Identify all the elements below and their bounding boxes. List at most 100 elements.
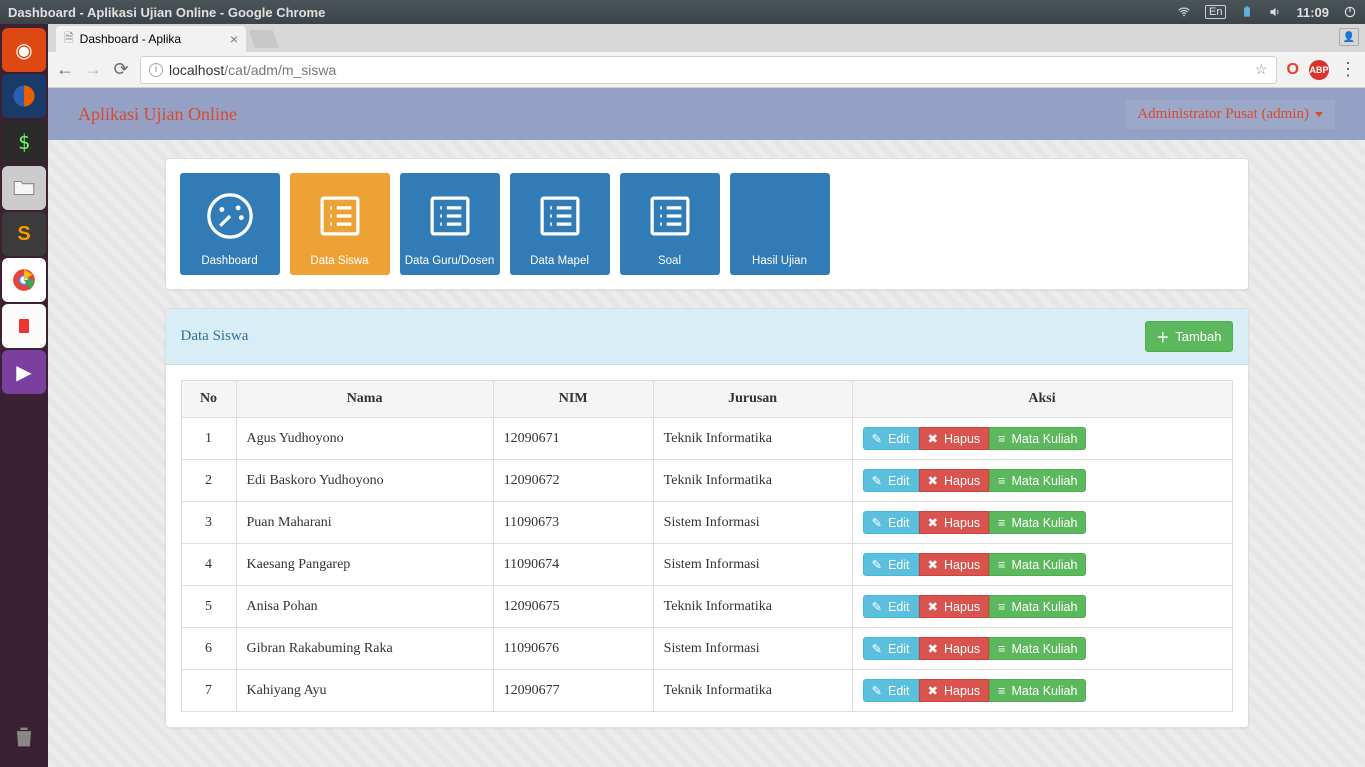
keyboard-indicator[interactable]: En — [1205, 5, 1226, 19]
chrome-toolbar: ← → ⟳ i localhost/cat/adm/m_siswa ☆ O AB… — [48, 52, 1365, 88]
ubuntu-launcher: ◉ $ S ▶ — [0, 24, 48, 767]
address-bar[interactable]: i localhost/cat/adm/m_siswa ☆ — [140, 56, 1277, 84]
list-icon — [314, 181, 366, 251]
tile-label: Soal — [658, 255, 681, 267]
delete-button[interactable]: ✖ Hapus — [919, 637, 990, 660]
nav-tile-data-mapel[interactable]: Data Mapel — [510, 173, 610, 275]
new-tab-button[interactable] — [249, 30, 279, 48]
plus-icon: ＋ — [1156, 327, 1169, 346]
edit-button[interactable]: ✎ Edit — [863, 637, 919, 660]
x-icon: ✖ — [928, 599, 938, 614]
chrome-menu-icon[interactable]: ⋮ — [1339, 59, 1357, 80]
nav-tile-dashboard[interactable]: Dashboard — [180, 173, 280, 275]
edit-button[interactable]: ✎ Edit — [863, 595, 919, 618]
x-icon: ✖ — [928, 515, 938, 530]
nav-tile-soal[interactable]: Soal — [620, 173, 720, 275]
cell-nim: 12090672 — [493, 460, 653, 502]
edit-button[interactable]: ✎ Edit — [863, 469, 919, 492]
app-brand[interactable]: Aplikasi Ujian Online — [78, 104, 237, 125]
courses-button[interactable]: ≡ Mata Kuliah — [989, 637, 1086, 660]
window-title: Dashboard - Aplikasi Ujian Online - Goog… — [8, 5, 1177, 20]
launcher-sublime[interactable]: S — [2, 212, 46, 256]
edit-button[interactable]: ✎ Edit — [863, 427, 919, 450]
cell-no: 4 — [181, 544, 236, 586]
tab-title: Dashboard - Aplika — [80, 32, 181, 46]
launcher-terminal[interactable]: $ — [2, 120, 46, 164]
add-button[interactable]: ＋ Tambah — [1145, 321, 1232, 352]
delete-button[interactable]: ✖ Hapus — [919, 595, 990, 618]
abp-extension-icon[interactable]: ABP — [1309, 60, 1329, 80]
courses-button[interactable]: ≡ Mata Kuliah — [989, 553, 1086, 576]
battery-icon[interactable] — [1240, 5, 1254, 19]
cell-jurusan: Teknik Informatika — [653, 670, 852, 712]
forward-button[interactable]: → — [84, 59, 102, 80]
courses-button[interactable]: ≡ Mata Kuliah — [989, 511, 1086, 534]
pencil-icon: ✎ — [872, 431, 882, 446]
x-icon: ✖ — [928, 431, 938, 446]
launcher-ubuntu[interactable]: ◉ — [2, 28, 46, 72]
page-content: Aplikasi Ujian Online Administrator Pusa… — [48, 88, 1365, 767]
nav-tile-hasil-ujian[interactable]: Hasil Ujian — [730, 173, 830, 275]
tile-label: Data Siswa — [310, 255, 368, 267]
launcher-trash[interactable] — [2, 715, 46, 759]
user-menu[interactable]: Administrator Pusat (admin) — [1125, 100, 1335, 129]
gauge-icon — [204, 181, 256, 251]
table-row: 5Anisa Pohan12090675Teknik Informatika✎ … — [181, 586, 1232, 628]
courses-button[interactable]: ≡ Mata Kuliah — [989, 427, 1086, 450]
bookmark-star-icon[interactable]: ☆ — [1255, 61, 1268, 78]
back-button[interactable]: ← — [56, 59, 74, 80]
chrome-profile-button[interactable]: 👤 — [1339, 28, 1359, 46]
pencil-icon: ✎ — [872, 599, 882, 614]
delete-button[interactable]: ✖ Hapus — [919, 679, 990, 702]
cell-nama: Kaesang Pangarep — [236, 544, 493, 586]
cell-no: 5 — [181, 586, 236, 628]
cell-nama: Anisa Pohan — [236, 586, 493, 628]
os-indicators: En 11:09 — [1177, 5, 1357, 20]
courses-button[interactable]: ≡ Mata Kuliah — [989, 469, 1086, 492]
delete-button[interactable]: ✖ Hapus — [919, 427, 990, 450]
wifi-icon[interactable] — [1177, 5, 1191, 19]
courses-button[interactable]: ≡ Mata Kuliah — [989, 595, 1086, 618]
browser-tab[interactable]: 🗎 Dashboard - Aplika × — [56, 26, 246, 52]
col-nim: NIM — [493, 381, 653, 418]
launcher-app-red[interactable] — [2, 304, 46, 348]
volume-icon[interactable] — [1268, 5, 1282, 19]
cell-aksi: ✎ Edit✖ Hapus≡ Mata Kuliah — [852, 502, 1232, 544]
list-icon: ≡ — [998, 558, 1005, 572]
pencil-icon: ✎ — [872, 683, 882, 698]
edit-button[interactable]: ✎ Edit — [863, 511, 919, 534]
cell-aksi: ✎ Edit✖ Hapus≡ Mata Kuliah — [852, 628, 1232, 670]
courses-button[interactable]: ≡ Mata Kuliah — [989, 679, 1086, 702]
cell-nim: 11090674 — [493, 544, 653, 586]
opera-extension-icon[interactable]: O — [1287, 61, 1299, 79]
clock[interactable]: 11:09 — [1296, 5, 1329, 20]
nav-tile-data-guru-dosen[interactable]: Data Guru/Dosen — [400, 173, 500, 275]
extensions: O ABP ⋮ — [1287, 59, 1357, 80]
delete-button[interactable]: ✖ Hapus — [919, 553, 990, 576]
delete-button[interactable]: ✖ Hapus — [919, 511, 990, 534]
caret-down-icon — [1315, 112, 1323, 117]
cell-no: 1 — [181, 418, 236, 460]
cell-nama: Gibran Rakabuming Raka — [236, 628, 493, 670]
col-nama: Nama — [236, 381, 493, 418]
tile-label: Hasil Ujian — [752, 255, 807, 267]
cell-no: 7 — [181, 670, 236, 712]
nav-tiles: Dashboard Data Siswa Data Guru/DosenData M… — [166, 159, 1248, 289]
reload-button[interactable]: ⟳ — [112, 59, 130, 80]
info-icon[interactable]: i — [149, 63, 163, 77]
launcher-chrome[interactable] — [2, 258, 46, 302]
tab-close-icon[interactable]: × — [230, 31, 238, 47]
pencil-icon: ✎ — [872, 641, 882, 656]
edit-button[interactable]: ✎ Edit — [863, 553, 919, 576]
launcher-media[interactable]: ▶ — [2, 350, 46, 394]
nav-tile-data-siswa[interactable]: Data Siswa — [290, 173, 390, 275]
x-icon: ✖ — [928, 641, 938, 656]
list-icon — [424, 181, 476, 251]
delete-button[interactable]: ✖ Hapus — [919, 469, 990, 492]
launcher-files[interactable] — [2, 166, 46, 210]
launcher-firefox[interactable] — [2, 74, 46, 118]
tile-label: Dashboard — [201, 255, 257, 267]
edit-button[interactable]: ✎ Edit — [863, 679, 919, 702]
cell-jurusan: Sistem Informasi — [653, 502, 852, 544]
power-icon[interactable] — [1343, 5, 1357, 19]
